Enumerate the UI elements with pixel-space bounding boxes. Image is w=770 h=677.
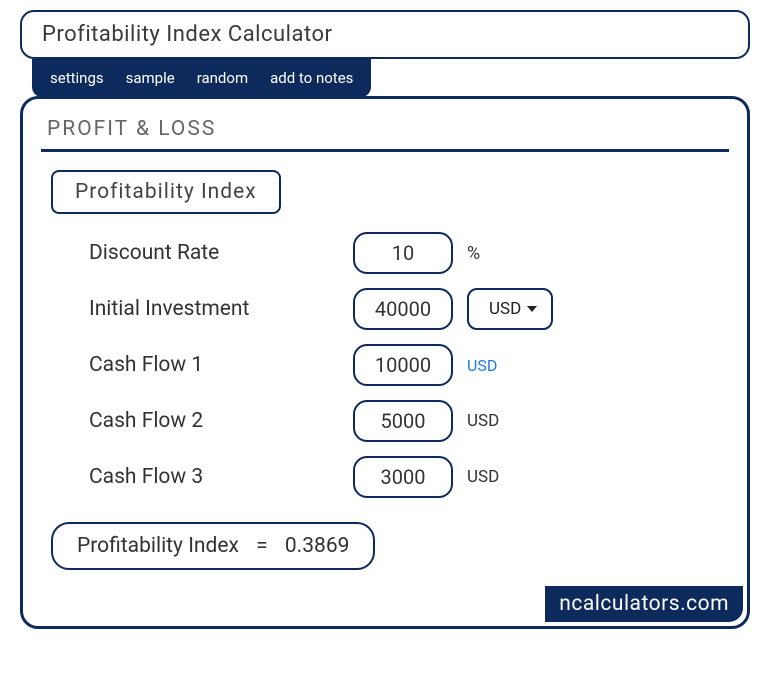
discount-rate-input[interactable] <box>353 232 453 274</box>
settings-button[interactable]: settings <box>50 69 104 87</box>
currency-select-label: USD <box>489 299 521 319</box>
discount-rate-label: Discount Rate <box>89 241 339 265</box>
row-cash-flow-1: Cash Flow 1 USD <box>89 344 729 386</box>
input-rows: Discount Rate % Initial Investment USD C… <box>89 232 729 498</box>
row-initial-investment: Initial Investment USD <box>89 288 729 330</box>
initial-investment-input[interactable] <box>353 288 453 330</box>
result-value: 0.3869 <box>285 534 350 558</box>
cash-flow-1-input[interactable] <box>353 344 453 386</box>
currency-select[interactable]: USD <box>467 288 553 330</box>
row-discount-rate: Discount Rate % <box>89 232 729 274</box>
add-to-notes-button[interactable]: add to notes <box>270 69 353 87</box>
random-button[interactable]: random <box>197 69 248 87</box>
calculator-panel: PROFIT & LOSS Profitability Index Discou… <box>20 96 750 629</box>
chevron-down-icon <box>527 306 537 312</box>
initial-investment-label: Initial Investment <box>89 297 339 321</box>
result-box: Profitability Index = 0.3869 <box>51 522 375 570</box>
result-equals: = <box>256 534 268 558</box>
row-cash-flow-3: Cash Flow 3 USD <box>89 456 729 498</box>
cash-flow-3-unit: USD <box>467 467 499 487</box>
page-title: Profitability Index Calculator <box>20 10 750 59</box>
cash-flow-1-label: Cash Flow 1 <box>89 353 339 377</box>
result-label: Profitability Index <box>77 534 239 558</box>
section-title: PROFIT & LOSS <box>41 113 729 152</box>
cash-flow-3-input[interactable] <box>353 456 453 498</box>
sample-button[interactable]: sample <box>126 69 175 87</box>
cash-flow-2-unit: USD <box>467 411 499 431</box>
cash-flow-2-label: Cash Flow 2 <box>89 409 339 433</box>
cash-flow-3-label: Cash Flow 3 <box>89 465 339 489</box>
cash-flow-2-input[interactable] <box>353 400 453 442</box>
watermark: ncalculators.com <box>545 586 743 622</box>
sub-title: Profitability Index <box>51 170 281 214</box>
cash-flow-1-unit: USD <box>467 356 497 375</box>
row-cash-flow-2: Cash Flow 2 USD <box>89 400 729 442</box>
percent-unit: % <box>467 243 480 264</box>
toolbar: settings sample random add to notes <box>32 59 371 97</box>
